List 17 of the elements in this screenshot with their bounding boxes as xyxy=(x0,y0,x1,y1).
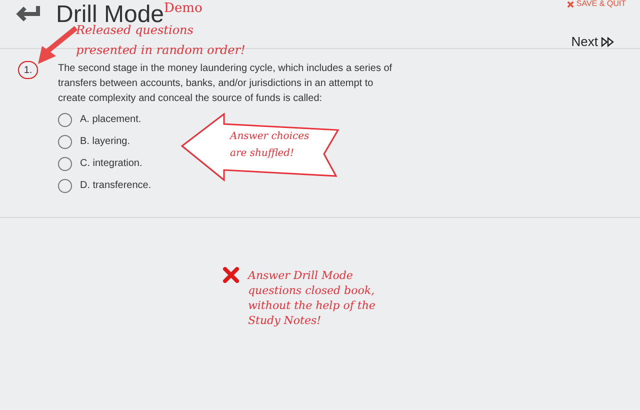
radio-button[interactable] xyxy=(58,156,72,170)
cross-icon xyxy=(223,267,239,283)
annotation-text: Answer Drill Mode questions closed book, without the help of the Study Notes! xyxy=(248,268,376,328)
annotation-text: Answer choices are shuffled! xyxy=(230,130,310,161)
next-button[interactable]: Next xyxy=(571,32,614,52)
radio-button[interactable] xyxy=(58,134,72,148)
answer-option[interactable]: A. placement. xyxy=(58,112,142,127)
radio-button[interactable] xyxy=(58,178,72,192)
close-icon xyxy=(567,0,574,8)
question-text: The second stage in the money laundering cycle, which includes a series of transfers between accounts, banks, and/or jurisdictions in an attempt to create complexity and conceal the source of funds is called: xyxy=(58,62,394,106)
fast-forward-icon xyxy=(601,36,614,47)
demo-label: Demo xyxy=(164,1,202,17)
answer-option[interactable]: C. integration. xyxy=(58,156,142,171)
question-number: 1. xyxy=(18,61,38,79)
answer-option[interactable]: B. layering. xyxy=(58,134,130,149)
answer-option[interactable]: D. transference. xyxy=(58,178,152,193)
radio-button[interactable] xyxy=(58,112,72,126)
